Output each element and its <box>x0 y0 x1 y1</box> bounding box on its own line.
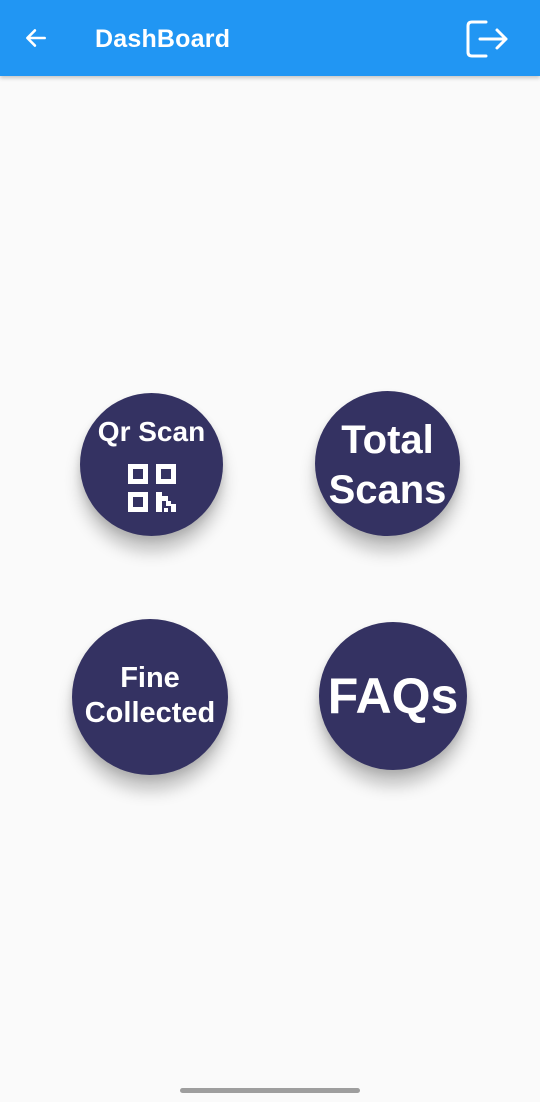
faqs-button[interactable]: FAQs <box>319 622 467 770</box>
fine-collected-button[interactable]: Fine Collected <box>72 619 228 775</box>
faqs-label: FAQs <box>327 668 459 724</box>
qr-scan-label: Qr Scan <box>97 415 206 447</box>
logout-button[interactable] <box>460 16 514 62</box>
total-scans-button[interactable]: Total Scans <box>315 391 460 536</box>
logout-icon <box>466 20 508 58</box>
total-scans-label-line1: Total <box>341 417 434 462</box>
qr-code-icon <box>127 463 176 512</box>
back-button[interactable] <box>16 18 56 58</box>
total-scans-label-line2: Scans <box>328 467 447 512</box>
fine-collected-label-line1: Fine <box>120 662 180 694</box>
qr-scan-button[interactable]: Qr Scan <box>80 393 223 536</box>
total-scans-label: Total Scans <box>329 415 447 515</box>
fine-collected-label-line2: Collected <box>84 697 216 729</box>
page-title: DashBoard <box>95 25 231 53</box>
app-bar: DashBoard <box>0 0 540 76</box>
arrow-left-icon <box>26 29 46 47</box>
home-indicator[interactable] <box>180 1088 360 1093</box>
fine-collected-label: Fine Collected <box>85 661 216 731</box>
